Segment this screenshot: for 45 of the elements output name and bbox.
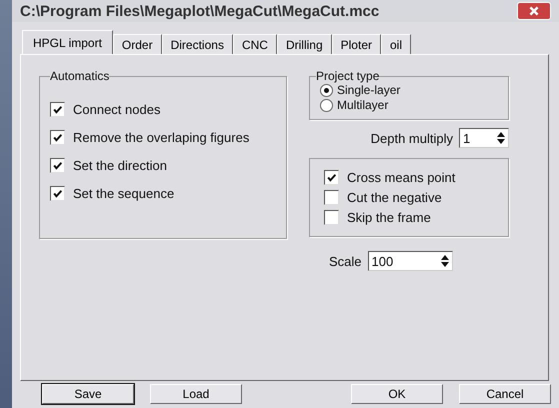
radio-label: Single-layer [337, 83, 400, 97]
tab[interactable]: oil [381, 34, 412, 54]
checkbox-label: Skip the frame [347, 210, 431, 225]
checkbox-label: Set the sequence [73, 186, 174, 201]
tab[interactable]: Drilling [276, 34, 332, 54]
radio-label: Multilayer [337, 98, 388, 112]
check-mark-icon [52, 160, 63, 171]
tab[interactable]: Order [112, 34, 162, 54]
checkbox[interactable] [50, 130, 65, 145]
checkbox-label: Cross means point [347, 170, 456, 185]
spinner-arrows-icon[interactable] [496, 131, 506, 145]
group-title: Automatics [50, 69, 110, 83]
checkbox[interactable] [50, 102, 65, 117]
field-label: Scale [329, 254, 362, 268]
checkbox[interactable] [324, 210, 339, 225]
dialog-button[interactable]: Save [42, 384, 134, 404]
check-mark-icon [52, 188, 63, 199]
tab[interactable]: CNC [232, 34, 277, 54]
radio-button[interactable] [320, 98, 333, 112]
dialog-button[interactable]: OK [351, 384, 443, 404]
checkbox-label: Connect nodes [73, 102, 160, 117]
depth-multiply-spinbox[interactable]: 1 [459, 128, 509, 148]
check-mark-icon [52, 132, 63, 143]
checkbox-label: Remove the overlaping figures [73, 130, 250, 145]
scale-spinbox[interactable]: 100 [368, 251, 453, 271]
check-mark-icon [326, 172, 337, 183]
close-icon [528, 5, 540, 17]
checkbox[interactable] [50, 158, 65, 173]
field-label: Depth multiply [370, 130, 453, 146]
spinner-arrows-icon[interactable] [440, 254, 450, 268]
checkbox-label: Set the direction [73, 158, 167, 173]
window-title: C:\Program Files\Megaplot\MegaCut\MegaCut.mcc [20, 2, 380, 20]
group-title: Project type [316, 69, 380, 83]
tab[interactable]: Ploter [332, 34, 381, 54]
radio-button[interactable] [320, 84, 333, 96]
checkbox-label: Cut the negative [347, 190, 442, 205]
checkbox[interactable] [50, 186, 65, 201]
dialog-button[interactable]: Load [150, 384, 242, 404]
tab[interactable]: HPGL import [22, 30, 113, 54]
checkbox[interactable] [324, 190, 339, 205]
close-button[interactable] [517, 2, 551, 20]
dialog-button[interactable]: Cancel [459, 384, 551, 404]
tab[interactable]: Directions [162, 34, 233, 54]
checkbox[interactable] [324, 170, 339, 185]
check-mark-icon [52, 104, 63, 115]
